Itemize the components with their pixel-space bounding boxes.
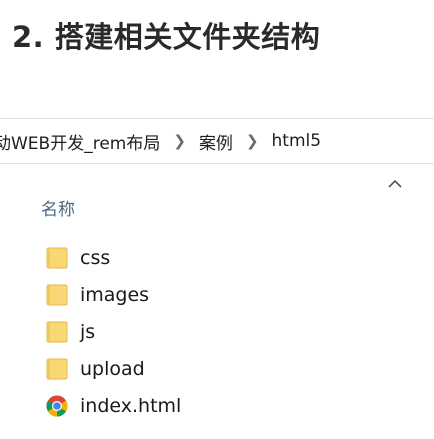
folder-icon bbox=[46, 284, 68, 306]
breadcrumb-item-project[interactable]: 动WEB开发_rem布局 bbox=[0, 129, 160, 154]
file-explorer: 动WEB开发_rem布局 ❯ 案例 ❯ html5 名称 css images bbox=[0, 118, 434, 439]
breadcrumb-item-cases[interactable]: 案例 bbox=[199, 129, 233, 154]
item-name: css bbox=[80, 247, 111, 269]
folder-icon bbox=[46, 358, 68, 380]
column-header-name[interactable]: 名称 bbox=[41, 195, 75, 220]
list-item[interactable]: index.html bbox=[0, 388, 434, 425]
breadcrumb-item-html5[interactable]: html5 bbox=[272, 131, 322, 151]
item-name: js bbox=[80, 321, 96, 343]
list-item[interactable]: upload bbox=[0, 351, 434, 388]
item-name: index.html bbox=[80, 395, 182, 417]
file-list: css images js upload index.html bbox=[0, 240, 434, 425]
folder-icon bbox=[46, 321, 68, 343]
list-item[interactable]: images bbox=[0, 277, 434, 314]
chevron-right-icon[interactable]: ❯ bbox=[246, 132, 259, 150]
list-item[interactable]: css bbox=[0, 240, 434, 277]
chevron-right-icon[interactable]: ❯ bbox=[173, 132, 186, 150]
list-item[interactable]: js bbox=[0, 314, 434, 351]
chevron-up-icon[interactable] bbox=[386, 176, 404, 190]
folder-icon bbox=[46, 247, 68, 269]
item-name: images bbox=[80, 284, 150, 306]
slide-title: 2. 搭建相关文件夹结构 bbox=[12, 20, 321, 54]
address-bar[interactable]: 动WEB开发_rem布局 ❯ 案例 ❯ html5 bbox=[0, 118, 434, 164]
item-name: upload bbox=[80, 358, 145, 380]
chrome-icon bbox=[46, 395, 68, 417]
